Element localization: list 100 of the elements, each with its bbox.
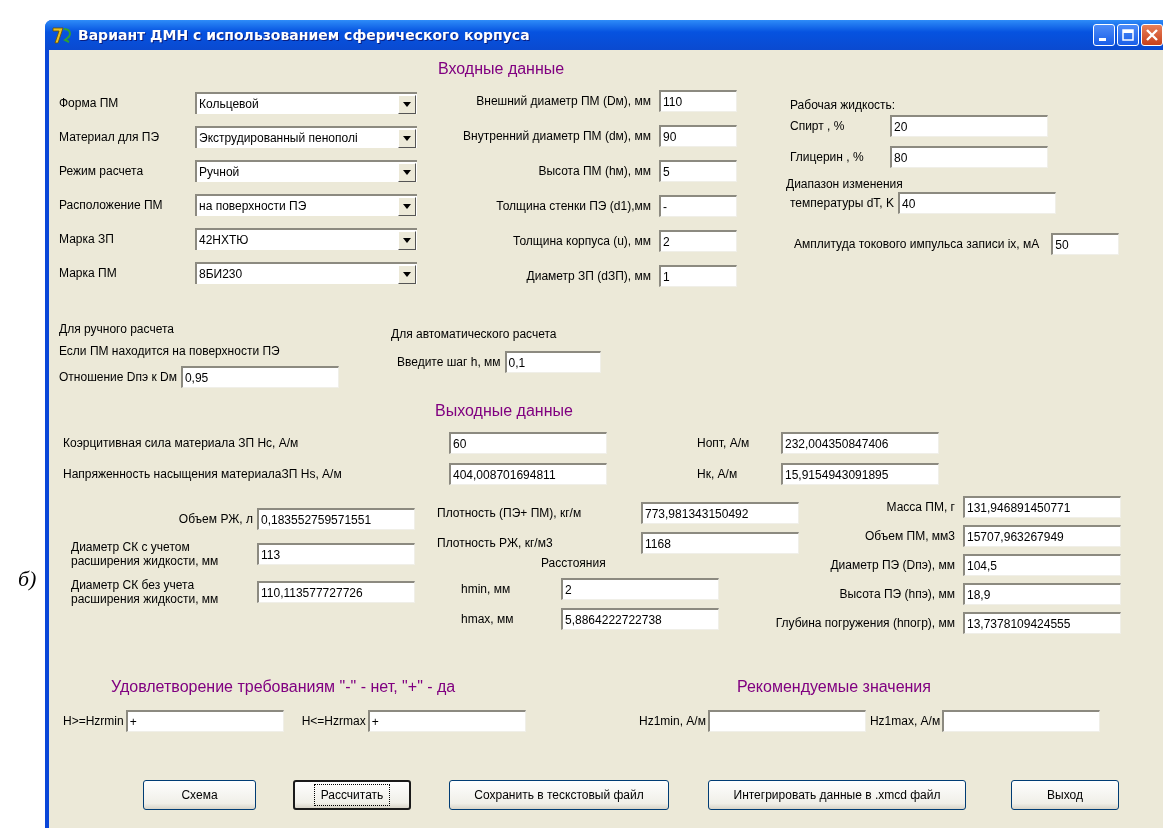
text-field[interactable]: - [659,195,737,217]
window-title: Вариант ДМН с использованием сферического корпуса [78,27,530,43]
field-label: Спирт , % [790,119,846,133]
field-label: Напряженность насыщения материалаЗП Hs, А/м [62,466,343,481]
text-field[interactable]: 110,113577727726 [257,581,415,603]
text-field[interactable]: 232,004350847406 [781,431,939,454]
text-field[interactable]: 113 [257,543,415,565]
push-button[interactable]: Выход [1011,780,1119,810]
field-label: Диаметр СК с учетом [71,540,191,554]
group-label: Для ручного расчета [59,322,175,336]
text-field[interactable]: 40 [898,192,1056,214]
text-field[interactable]: 50 [1051,233,1120,255]
text-field[interactable]: 90 [659,125,737,147]
group-label: Расстояния [541,556,607,570]
field-label: Глицерин , % [790,150,865,164]
maximize-button[interactable] [1117,24,1139,46]
field-label: расширения жидкости, мм [71,592,220,606]
text-field[interactable]: 773,981343150492 [641,502,799,524]
field-label: Режим расчета [58,164,145,178]
text-field[interactable] [942,710,1101,732]
text-field[interactable]: 110 [659,90,737,112]
text-field[interactable]: 404,008701694811 [449,462,607,485]
text-field[interactable]: 15707,963267949 [963,525,1121,547]
figure-caption: б) [18,566,37,592]
section-heading: Рекомендуемые значения [737,678,932,696]
minimize-icon [1099,37,1106,41]
field-label: Hопт, А/м [697,435,751,450]
dropdown[interactable]: Ручной [195,160,417,182]
field-label: Диаметр СК без учета [71,578,196,592]
field-label: Марка ЗП [58,232,115,246]
field-label: Hк, А/м [697,466,739,481]
minimize-button[interactable] [1093,24,1115,46]
field-label: Высота ПМ (hм), мм [537,164,652,178]
dropdown[interactable]: Экструдированный пенополі [195,126,417,148]
push-button[interactable]: Сохранить в тескстовый файл [449,780,669,810]
group-label: Для автоматического расчета [391,327,558,341]
note-text: Если ПМ находится на поверхности ПЭ [59,344,281,358]
field-label: Толщина корпуса (u), мм [512,234,652,248]
close-button[interactable] [1141,24,1163,46]
field-label: Материал для ПЭ [58,130,161,144]
push-button[interactable]: Схема [143,780,256,810]
dropdown[interactable]: 8БИ230 [195,262,417,284]
text-field[interactable]: 13,7378109424555 [963,612,1121,634]
section-heading: Удовлетворение требованиям "-" - нет, "+" - да [111,678,457,696]
field-label: Плотность (ПЭ+ ПМ), кг/м [436,506,583,520]
field-label: Диаметр ЗП (dЗП), мм [525,269,652,283]
text-field[interactable]: 2 [659,230,737,252]
text-field[interactable]: 5 [659,160,737,182]
text-field[interactable]: 60 [449,431,607,454]
field-label: температуры dT, K [790,196,894,210]
field-label: Форма ПМ [58,96,120,110]
field-label: hmax, мм [461,612,515,626]
field-label: Плотность РЖ, кг/м3 [436,536,554,550]
field-label: Расположение ПМ [58,198,164,212]
text-field[interactable]: 80 [890,146,1048,168]
field-label: Масса ПМ, г [886,500,956,514]
text-field[interactable]: + [367,710,526,732]
maximize-icon [1122,29,1134,41]
section-heading: Входные данные [438,60,566,79]
field-label: H>=Hzrmin [63,714,124,728]
dropdown[interactable]: Кольцевой [195,92,417,114]
dropdown[interactable]: на поверхности ПЭ [195,194,417,216]
field-label: Внутренний диаметр ПМ (dм), мм [462,129,652,143]
field-label: Hz1min, А/м [639,714,706,728]
field-label: Коэрцитивная сила материала ЗП Hc, А/м [62,435,300,450]
text-field[interactable]: 131,946891450771 [963,496,1121,518]
field-label: расширения жидкости, мм [71,554,220,568]
field-label: H<=Hzrmax [301,714,366,728]
field-label: Отношение Dпэ к Dм [59,370,177,384]
field-label: Hz1max, А/м [869,714,941,728]
field-label: Введите шаг h, мм [397,355,501,369]
text-field[interactable]: + [125,710,284,732]
text-field[interactable]: 18,9 [963,583,1121,605]
dropdown[interactable]: 42НХТЮ [195,228,417,250]
push-button[interactable]: Рассчитать [293,780,411,810]
field-label: Глубина погружения (hпогр), мм [775,616,956,630]
text-field[interactable]: 15,9154943091895 [781,462,939,485]
field-label: Объем РЖ, л [178,512,253,526]
field-label: Амплитуда токового импульса записи ix, мА [794,237,1040,251]
text-field[interactable]: 0,183552759571551 [257,508,415,530]
text-field[interactable]: 2 [561,578,719,600]
app-icon [51,25,73,45]
field-label: hmin, мм [461,582,512,596]
field-label: Диапазон изменения [786,177,904,191]
text-field[interactable]: 1 [659,265,737,287]
text-field[interactable]: 0,95 [180,366,339,388]
text-field[interactable]: 5,8864222722738 [561,608,719,630]
text-field[interactable]: 104,5 [963,554,1121,576]
text-field[interactable]: 20 [890,115,1048,137]
field-label: Толщина стенки ПЭ (d1),мм [495,199,652,213]
close-icon [1145,28,1159,42]
text-field[interactable]: 1168 [641,532,799,554]
text-field[interactable]: 0,1 [504,351,601,373]
field-label: Высота ПЭ (hпэ), мм [839,587,956,601]
push-button[interactable]: Интегрировать данные в .xmcd файл [708,780,966,810]
text-field[interactable] [707,710,866,732]
field-label: Диаметр ПЭ (Dпэ), мм [830,558,956,572]
field-label: Марка ПМ [58,266,118,280]
field-label: Внешний диаметр ПМ (Dм), мм [475,94,652,108]
group-label: Рабочая жидкость: [790,98,897,112]
